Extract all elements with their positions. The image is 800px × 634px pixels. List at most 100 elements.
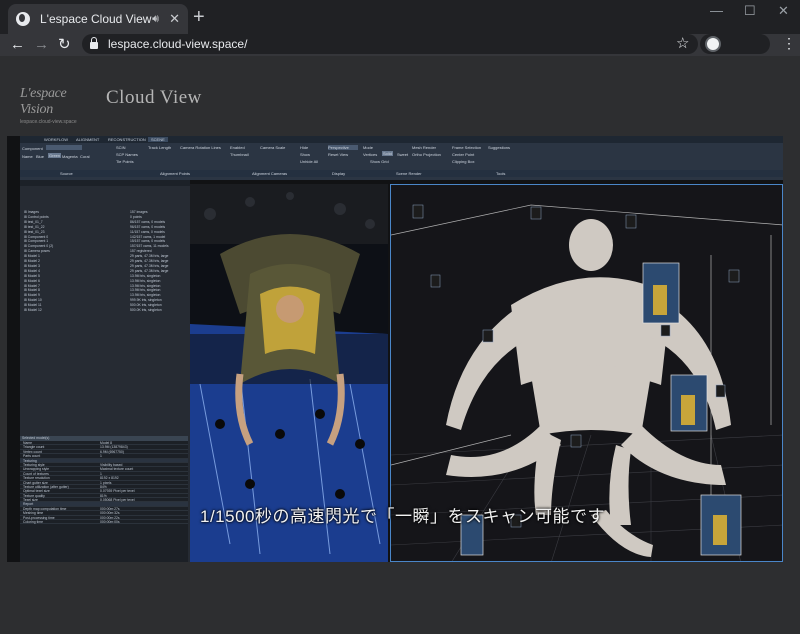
tree-row[interactable]: ⊞ Model 9 13.9M tris, singleton [24,293,188,297]
browser-tab[interactable]: L'espace Cloud View 🔊︎ ✕ [8,4,188,34]
tree-row[interactable]: ⊞ Model 2 29 parts, 47.3M tris, large [24,259,188,263]
property-key: Meshing time [23,511,44,516]
tree-row-name: ⊞ Model 1 [24,254,40,259]
tree-row-value: 11/157 cams, 0 models [130,229,165,234]
video-subtitle: 1/1500秒の高速閃光で「一瞬」をスキャン可能です [200,507,605,526]
maximize-button[interactable]: ☐ [744,3,756,19]
speaker-icon[interactable]: 🔊︎ [152,13,159,26]
property-key: Coloring time [23,520,43,525]
property-key: Report [23,502,34,507]
tree-row-value: 13.9M tris, singleton [130,278,161,283]
tree-row[interactable]: ⊞ test_01_23 11/157 cams, 0 models [24,230,188,234]
tree-row-name: ⊞ Model 9 [24,293,40,298]
tree-row[interactable]: ⊞ Model 6 13.9M tris, singleton [24,279,188,283]
video-player[interactable]: WORKFLOW ALIGNMENT RECONSTRUCTION SCENE … [7,136,783,562]
ribbon-scp-names: SCP Names [116,152,138,157]
ribbon-show-grid: Show Grid [370,159,389,164]
close-window-button[interactable]: ✕ [778,3,789,19]
ribbon-reset-view: Reset View [328,152,349,157]
property-value: 81% [100,493,107,498]
close-tab-icon[interactable]: ✕ [169,11,180,27]
property-row: Coloring time 000:00m:00s [20,520,188,525]
tree-row-value: 157 registered [130,249,152,254]
tree-row[interactable]: ⊞ Model 11 500.0K tris, singleton [24,303,188,307]
ribbon-center-point: Center Point [452,152,475,157]
ribbon-tie-points: Tie Points [116,159,134,164]
tree-row-name: ⊞ Model 2 [24,259,40,263]
browser-toolbar: ← → ↻ lespace.cloud-view.space/ ☆ ⋮ [0,34,800,56]
ribbon-mode: Mode [363,145,374,150]
tree-row[interactable]: ⊞ Model 3 29 parts, 47.3M tris, large [24,264,188,268]
app-tab-scene: SCENE [148,137,168,142]
tree-row[interactable]: ⊞ test_01_7 86/157 cams, 0 models [24,220,188,224]
ribbon-name: Name [22,154,33,159]
tree-row[interactable]: ⊞ Component 0 142/157 cams, 1 model [24,235,188,239]
page-content: L'espace Vision lespace.cloud-view.space… [0,56,800,634]
tree-row-value: 29 parts, 47.3M tris, large [130,254,169,259]
ribbon-track-length: Track Length [148,145,172,150]
property-value: Model 8 [100,441,113,445]
property-value: 1 pixels [100,480,112,485]
tree-row-name: ⊞ Model 12 [24,308,42,312]
reload-button[interactable]: ↻ [58,35,71,55]
ribbon-magenta: Magenta [62,154,78,159]
address-bar[interactable]: lespace.cloud-view.space/ [82,34,698,54]
ribbon-camera-scale: Camera Scale [260,145,286,150]
bookmark-star-icon[interactable]: ☆ [676,34,689,52]
property-value: 1 [100,454,102,459]
browser-menu-button[interactable]: ⋮ [782,36,796,50]
tree-row[interactable]: ⊞ Component 0 (2) 157/157 cams, 11 models [24,244,188,248]
tree-row[interactable]: ⊞ Model 4 29 parts, 47.3M tris, large [24,269,188,273]
tree-row[interactable]: ⊞ Model 12 500.0K tris, singleton [24,308,188,312]
property-key: Count of textures [23,471,49,476]
tree-row-value: 13.9M tris, singleton [130,293,161,298]
ribbon-component: Component [22,146,43,151]
properties-table: Name Model 8 Triangle count 13.9M (13879843… [20,441,188,525]
ribbon-clipping-box: Clipping Box [452,159,475,164]
tree-row-name: ⊞ Model 5 [24,273,40,278]
tree-row[interactable]: ⊞ Model 8 13.9M tris, singleton [24,288,188,292]
tree-row[interactable]: ⊞ Model 10 999.9K tris, singleton [24,298,188,302]
property-key: Unwrapping style [23,467,50,472]
ribbon-ortho: Ortho Projection [412,152,441,157]
new-tab-button[interactable]: + [193,7,205,27]
tree-row-name: ⊞ Component 0 [24,234,49,239]
site-logo[interactable]: L'espace Vision lespace.cloud-view.space [20,86,84,125]
ribbon-thumbnail: Thumbnail [230,152,249,157]
tree-row[interactable]: ⊞ Model 1 29 parts, 47.3M tris, large [24,254,188,258]
tree-row[interactable]: ⊞ Camera poses 157 registered [24,249,188,253]
tree-row[interactable]: ⊞ Control points 0 points [24,215,188,219]
tree-row-name: ⊞ Model 4 [24,268,40,273]
tree-row[interactable]: ⊞ Component 1 15/157 cams, 0 models [24,239,188,243]
tree-row[interactable]: ⊞ Model 7 13.9M tris, singleton [24,284,188,288]
minimize-button[interactable]: — [710,3,723,18]
tree-row-name: ⊞ Model 7 [24,283,40,288]
tree-row-value: 157 images [130,210,148,214]
tree-row-name: ⊞ test_01_7 [24,219,43,224]
ribbon-group-alignment-points: Alignment Points [160,171,191,176]
property-value: 000:00m:00s [100,520,120,525]
property-key: Texel size [23,498,38,503]
tree-row-name: ⊞ Model 3 [24,263,40,268]
logo-text: L'espace Vision [20,86,67,117]
profile-button[interactable] [700,34,770,54]
tree-row[interactable]: ⊞ test_01_22 96/157 cams, 0 models [24,225,188,229]
ribbon-solid: Solid [382,151,393,156]
tree-row-name: ⊞ Camera poses [24,249,50,254]
ribbon-suggestions: Suggestions [488,145,511,150]
tree-row-value: 500.0K tris, singleton [130,308,162,312]
tree-row-name: ⊞ Images [24,210,39,214]
tree-row-value: 86/157 cams, 0 models [130,219,166,224]
tree-row-value: 500.0K tris, singleton [130,303,162,308]
tree-row[interactable]: ⊞ Images 157 images [24,210,188,214]
app-tab-reconstruction: RECONSTRUCTION [108,137,146,142]
back-button[interactable]: ← [10,35,25,55]
forward-button[interactable]: → [34,35,49,55]
ribbon-sweet: Sweet [397,152,409,157]
property-key: Texturing style [23,462,45,467]
tree-row[interactable]: ⊞ Model 5 13.9M tris, singleton [24,274,188,278]
app-ribbon: WORKFLOW ALIGNMENT RECONSTRUCTION SCENE … [20,136,783,180]
ribbon-frame-selection: Frame Selection [452,145,482,150]
tree-row-name: ⊞ test_01_22 [24,224,45,229]
property-key: Texture quality [23,493,45,498]
